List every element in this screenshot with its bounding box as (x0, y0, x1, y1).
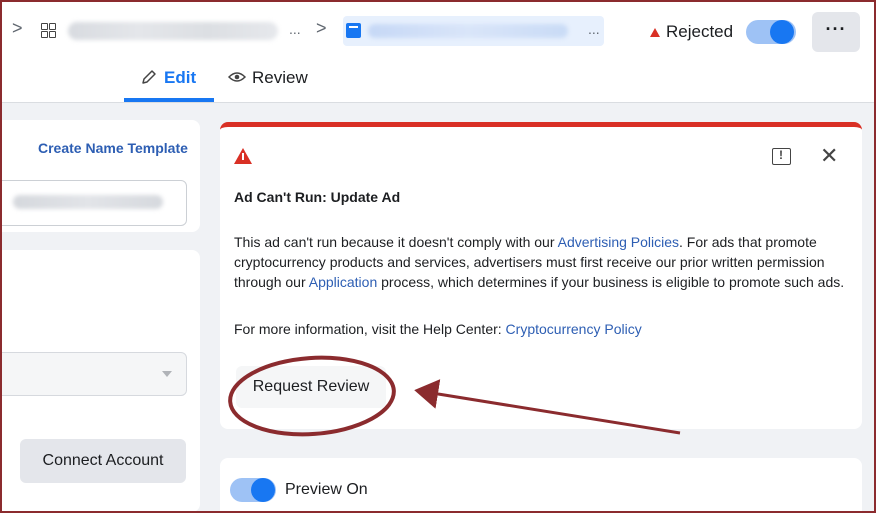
top-bar: > ... > ... Rejected ··· (2, 2, 874, 64)
active-tab-indicator (124, 98, 214, 102)
breadcrumb-ad-name[interactable]: ... (343, 16, 604, 46)
chevron-down-icon (162, 371, 172, 377)
grid-icon[interactable] (41, 23, 56, 38)
breadcrumb-ellipsis: ... (588, 21, 600, 37)
breadcrumb-chevron-icon: > (316, 18, 327, 38)
application-link[interactable]: Application (309, 274, 378, 290)
ad-status-toggle[interactable] (746, 20, 796, 44)
help-center-line: For more information, visit the Help Cen… (234, 321, 642, 337)
screenshot-frame: > ... > ... Rejected ··· Edit Review Cre… (0, 0, 876, 513)
preview-toggle[interactable] (230, 478, 276, 502)
alert-body: This ad can't run because it doesn't com… (234, 234, 845, 290)
breadcrumb-campaign-name[interactable] (68, 22, 278, 40)
alert-title: Ad Can't Run: Update Ad (234, 189, 401, 205)
preview-label: Preview On (285, 481, 368, 498)
advertising-policies-link[interactable]: Advertising Policies (558, 234, 679, 250)
feedback-icon[interactable] (772, 148, 791, 165)
eye-icon (227, 72, 247, 82)
pencil-icon (142, 70, 156, 84)
close-icon[interactable]: ✕ (820, 143, 838, 169)
tab-edit-label: Edit (164, 68, 197, 87)
account-select[interactable] (2, 352, 187, 396)
page-icon (346, 23, 361, 38)
create-name-template-link[interactable]: Create Name Template (38, 140, 188, 156)
more-options-button[interactable]: ··· (812, 12, 860, 52)
cryptocurrency-policy-link[interactable]: Cryptocurrency Policy (506, 321, 642, 337)
warning-icon (650, 28, 660, 37)
tab-edit[interactable]: Edit (140, 68, 196, 88)
tab-review-label: Review (252, 68, 308, 87)
breadcrumb-ellipsis: ... (289, 21, 301, 37)
request-review-button[interactable]: Request Review (236, 366, 386, 408)
status-label: Rejected (666, 22, 734, 41)
ad-name-input[interactable] (2, 180, 187, 226)
tab-review[interactable]: Review (227, 68, 308, 88)
connect-account-button[interactable]: Connect Account (20, 439, 186, 483)
breadcrumb-chevron-icon: > (12, 18, 23, 38)
